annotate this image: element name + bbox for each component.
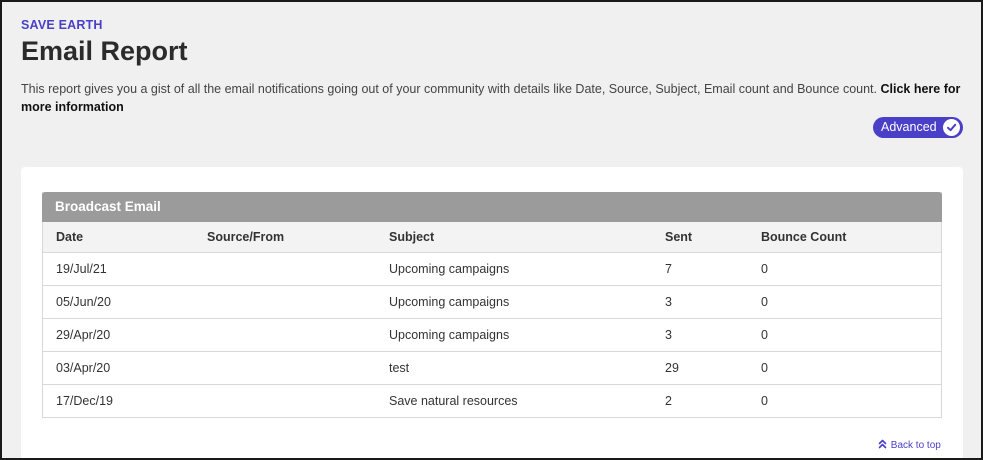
cell-bounce: 0 (748, 383, 941, 417)
report-card: Broadcast Email Date Source/From Subject… (21, 167, 963, 458)
column-header-source: Source/From (194, 222, 376, 252)
advanced-toggle-label: Advanced (881, 120, 937, 134)
cell-sent: 3 (652, 284, 748, 318)
page-title: Email Report (21, 36, 188, 66)
table-header-row: Date Source/From Subject Sent Bounce Cou… (43, 222, 941, 252)
cell-subject: Save natural resources (376, 383, 652, 417)
back-to-top-link[interactable]: Back to top (878, 439, 941, 451)
advanced-toggle[interactable]: Advanced (873, 117, 963, 138)
double-chevron-up-icon (878, 439, 888, 451)
check-icon (943, 119, 960, 136)
cell-bounce: 0 (748, 284, 941, 318)
cell-date: 05/Jun/20 (43, 284, 194, 318)
cell-source (194, 350, 376, 384)
panel-title: Broadcast Email (42, 192, 942, 222)
cell-sent: 3 (652, 317, 748, 351)
cell-subject: test (376, 350, 652, 384)
column-header-date: Date (43, 222, 194, 252)
org-name: SAVE EARTH (21, 18, 103, 32)
email-table: Date Source/From Subject Sent Bounce Cou… (43, 222, 941, 417)
cell-sent: 7 (652, 251, 748, 285)
cell-subject: Upcoming campaigns (376, 284, 652, 318)
page-frame: SAVE EARTH Email Report This report give… (0, 0, 983, 460)
table-row: 19/Jul/21 Upcoming campaigns 7 0 (43, 251, 941, 285)
cell-bounce: 0 (748, 317, 941, 351)
column-header-sent: Sent (652, 222, 748, 252)
cell-date: 19/Jul/21 (43, 251, 194, 285)
cell-bounce: 0 (748, 350, 941, 384)
cell-bounce: 0 (748, 251, 941, 285)
cell-subject: Upcoming campaigns (376, 317, 652, 351)
column-header-bounce-count: Bounce Count (748, 222, 941, 252)
description-text: This report gives you a gist of all the … (21, 82, 877, 96)
report-description: This report gives you a gist of all the … (21, 80, 971, 116)
table-row: 05/Jun/20 Upcoming campaigns 3 0 (43, 284, 941, 318)
table-row: 17/Dec/19 Save natural resources 2 0 (43, 383, 941, 417)
column-header-subject: Subject (376, 222, 652, 252)
cell-date: 17/Dec/19 (43, 383, 194, 417)
cell-sent: 29 (652, 350, 748, 384)
cell-source (194, 383, 376, 417)
cell-source (194, 317, 376, 351)
cell-date: 29/Apr/20 (43, 317, 194, 351)
cell-date: 03/Apr/20 (43, 350, 194, 384)
cell-sent: 2 (652, 383, 748, 417)
table-row: 03/Apr/20 test 29 0 (43, 350, 941, 384)
cell-source (194, 251, 376, 285)
broadcast-email-panel: Broadcast Email Date Source/From Subject… (42, 192, 942, 418)
back-to-top-label: Back to top (890, 440, 941, 451)
cell-source (194, 284, 376, 318)
table-row: 29/Apr/20 Upcoming campaigns 3 0 (43, 317, 941, 351)
cell-subject: Upcoming campaigns (376, 251, 652, 285)
